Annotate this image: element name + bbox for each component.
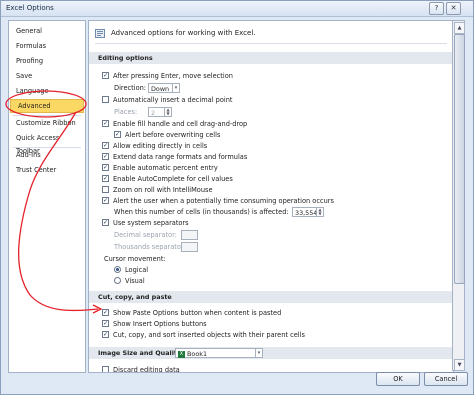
checkbox-checked[interactable]: ✓ (102, 175, 109, 182)
decimal-separator-label: Decimal separator: (114, 231, 177, 239)
cells-affected-stepper[interactable]: 33,554 ▲ ▼ (292, 207, 324, 217)
checkbox-checked[interactable]: ✓ (114, 131, 121, 138)
sidebar-item-general[interactable]: General (9, 25, 85, 38)
sidebar-item-formulas[interactable]: Formulas (9, 40, 85, 53)
section-cut-copy-paste: Cut, copy, and paste (89, 291, 453, 303)
checkbox-checked[interactable]: ✓ (102, 164, 109, 171)
chevron-down-icon[interactable]: ▾ (255, 349, 262, 357)
options-content: Advanced options for working with Excel.… (88, 20, 454, 373)
places-stepper[interactable]: 2 ▲ ▼ (148, 107, 172, 117)
sidebar-item-quick-access-toolbar[interactable]: Quick Access Toolbar (9, 132, 85, 155)
excel-workbook-icon: X (178, 350, 185, 358)
checkbox-checked[interactable]: ✓ (102, 197, 109, 204)
sidebar-item-add-ins[interactable]: Add-Ins (9, 149, 85, 162)
header-divider (95, 43, 447, 44)
scroll-thumb[interactable] (454, 34, 465, 284)
cancel-button[interactable]: Cancel (424, 372, 468, 386)
vertical-scrollbar[interactable]: ▲ ▼ (452, 20, 465, 371)
sidebar-divider (13, 115, 81, 116)
sidebar: General Formulas Proofing Save Language … (8, 20, 86, 373)
cells-affected-label: When this number of cells (in thousands)… (114, 208, 289, 216)
title-bar: Excel Options ? ✕ (1, 1, 473, 17)
scroll-down-icon[interactable]: ▼ (454, 359, 465, 371)
sidebar-item-proofing[interactable]: Proofing (9, 55, 85, 68)
checkbox-checked[interactable]: ✓ (102, 142, 109, 149)
radio-selected[interactable] (114, 266, 121, 273)
checkbox-checked[interactable]: ✓ (102, 120, 109, 127)
chevron-down-icon[interactable]: ▾ (172, 84, 179, 92)
sidebar-item-trust-center[interactable]: Trust Center (9, 164, 85, 177)
spinner-icon[interactable]: ▲ ▼ (316, 208, 323, 216)
spinner-icon[interactable]: ▲ ▼ (164, 108, 171, 116)
checkbox-checked[interactable]: ✓ (102, 320, 109, 327)
checkbox-checked[interactable]: ✓ (102, 153, 109, 160)
sidebar-item-save[interactable]: Save (9, 70, 85, 83)
checkbox-unchecked[interactable] (102, 186, 109, 193)
direction-label: Direction: (114, 84, 147, 92)
checkbox-checked[interactable]: ✓ (102, 331, 109, 338)
help-icon[interactable]: ? (429, 2, 444, 15)
places-label: Places: (114, 108, 138, 116)
thousands-separator-label: Thousands separator: (114, 243, 186, 251)
ok-button[interactable]: OK (376, 372, 420, 386)
workbook-select[interactable]: X Book1 ▾ (175, 348, 263, 358)
radio-unselected[interactable] (114, 277, 121, 284)
options-icon (95, 28, 106, 39)
checkbox-unchecked[interactable] (102, 366, 109, 372)
section-editing-options: Editing options (89, 52, 453, 64)
checkbox-checked[interactable]: ✓ (102, 309, 109, 316)
scroll-up-icon[interactable]: ▲ (454, 22, 465, 34)
sidebar-item-advanced[interactable]: Advanced (10, 99, 84, 113)
checkbox-checked[interactable]: ✓ (102, 219, 109, 226)
direction-select[interactable]: Down ▾ (148, 83, 180, 93)
checkbox-unchecked[interactable] (102, 96, 109, 103)
checkbox-checked[interactable]: ✓ (102, 72, 109, 79)
window-title: Excel Options (6, 4, 54, 12)
sidebar-item-customize-ribbon[interactable]: Customize Ribbon (9, 117, 85, 130)
sidebar-item-language[interactable]: Language (9, 85, 85, 98)
sidebar-divider (13, 147, 81, 148)
close-icon[interactable]: ✕ (446, 2, 461, 15)
thousands-separator-input[interactable] (181, 242, 198, 252)
decimal-separator-input[interactable] (181, 230, 198, 240)
section-image-quality: Image Size and Quality (89, 347, 453, 359)
page-header: Advanced options for working with Excel. (111, 29, 256, 37)
cursor-movement-label: Cursor movement: (104, 255, 166, 263)
